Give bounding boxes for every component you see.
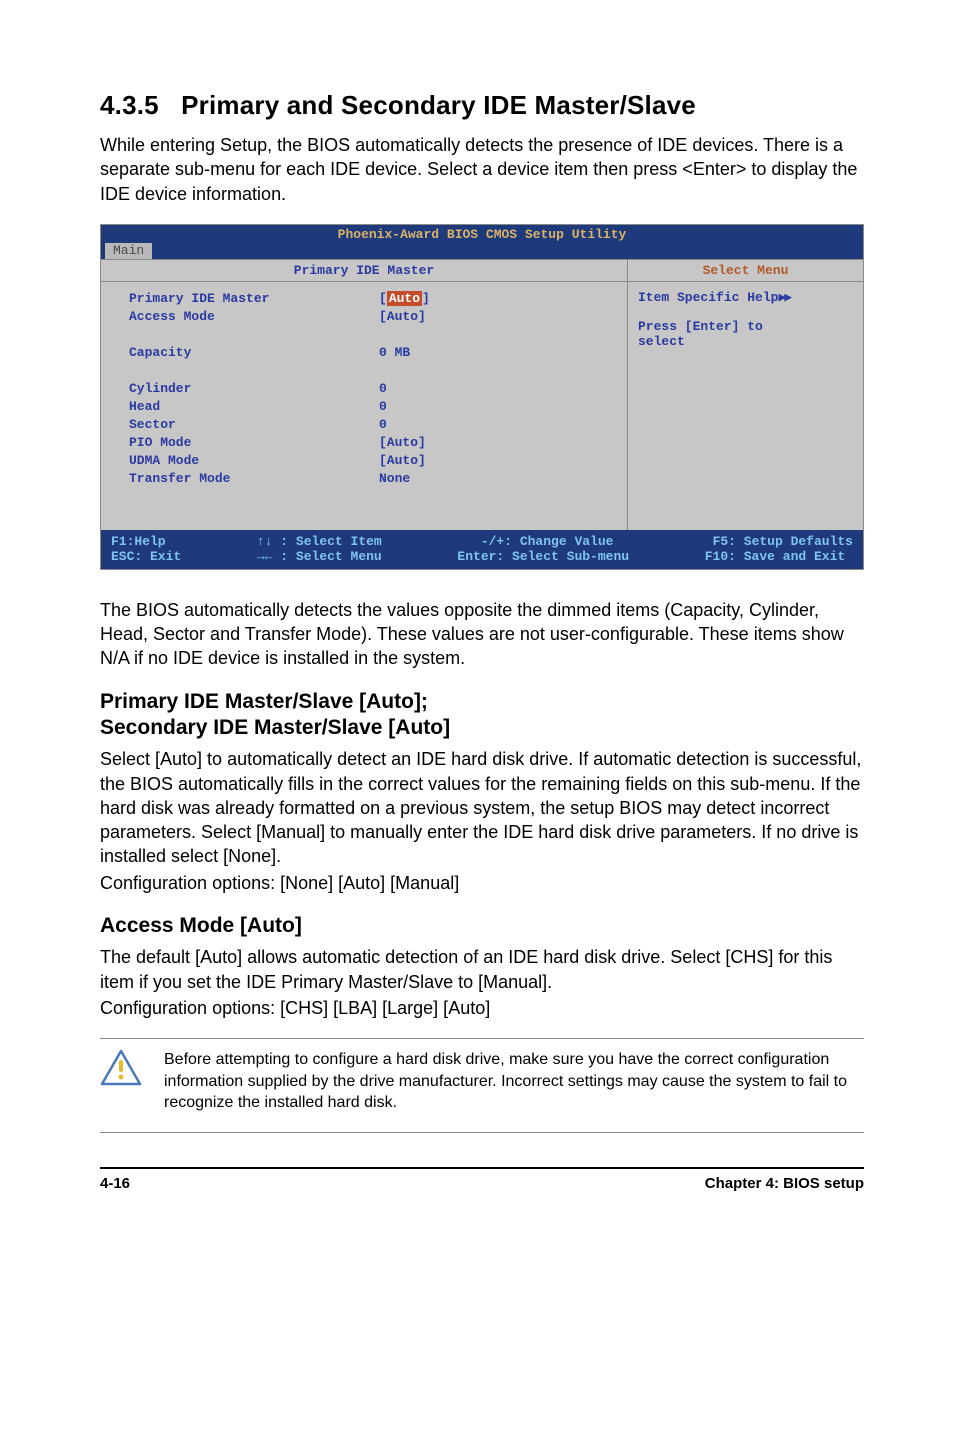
bios-item-value: 0 <box>379 380 387 398</box>
bios-title: Phoenix-Award BIOS CMOS Setup Utility <box>101 225 863 243</box>
bios-legend-col: F5: Setup Defaults F10: Save and Exit <box>705 534 853 564</box>
chapter-label: Chapter 4: BIOS setup <box>705 1175 864 1192</box>
subheading-access-mode: Access Mode [Auto] <box>100 913 864 939</box>
bios-item-value: 0 <box>379 416 387 434</box>
bios-item-label: Sector <box>129 416 379 434</box>
caution-icon <box>100 1049 142 1087</box>
bios-item-access-mode[interactable]: Access Mode [Auto] <box>129 308 613 326</box>
section-number: 4.3.5 <box>100 90 159 120</box>
paragraph-primary-body: Select [Auto] to automatically detect an… <box>100 747 864 868</box>
paragraph-access-body: The default [Auto] allows automatic dete… <box>100 945 864 994</box>
bios-item-label: Cylinder <box>129 380 379 398</box>
bios-item-label: Head <box>129 398 379 416</box>
page-footer: 4-16 Chapter 4: BIOS setup <box>100 1167 864 1192</box>
bios-item-value: [Auto] <box>379 308 426 326</box>
bios-item-label: PIO Mode <box>129 434 379 452</box>
bios-item-value: None <box>379 470 410 488</box>
bios-item-label: Transfer Mode <box>129 470 379 488</box>
bios-panel: Phoenix-Award BIOS CMOS Setup Utility Ma… <box>100 224 864 570</box>
caution-text: Before attempting to configure a hard di… <box>164 1049 864 1114</box>
bios-menu-bar: Main <box>101 243 863 259</box>
section-title-text: Primary and Secondary IDE Master/Slave <box>181 90 696 120</box>
paragraph-primary-config: Configuration options: [None] [Auto] [Ma… <box>100 871 864 895</box>
bios-item-value: [Auto] <box>379 434 426 452</box>
bios-item-pio-mode[interactable]: PIO Mode [Auto] <box>129 434 613 452</box>
bios-item-cylinder: Cylinder 0 <box>129 380 613 398</box>
paragraph-after-bios: The BIOS automatically detects the value… <box>100 598 864 671</box>
bios-item-label: Access Mode <box>129 308 379 326</box>
bios-legend-col: F1:Help ESC: Exit <box>111 534 181 564</box>
bios-help-line: Press [Enter] to <box>638 319 853 334</box>
right-arrows-icon: ▶▶ <box>778 290 790 305</box>
bios-item-udma-mode[interactable]: UDMA Mode [Auto] <box>129 452 613 470</box>
bios-settings-area: Primary IDE Master [Auto] Access Mode [A… <box>101 282 627 530</box>
bios-panel-title: Primary IDE Master <box>101 260 627 281</box>
bios-legend-col: -/+: Change Value Enter: Select Sub-menu <box>457 534 629 564</box>
bios-item-label: Capacity <box>129 344 379 362</box>
bios-subheader: Primary IDE Master Select Menu <box>101 259 863 282</box>
bios-help-title: Select Menu <box>627 260 863 281</box>
bios-item-value: 0 <box>379 398 387 416</box>
section-heading: 4.3.5 Primary and Secondary IDE Master/S… <box>100 90 864 121</box>
bios-item-primary-ide-master[interactable]: Primary IDE Master [Auto] <box>129 290 613 308</box>
bios-item-head: Head 0 <box>129 398 613 416</box>
note-top-rule <box>100 1038 864 1039</box>
page-number: 4-16 <box>100 1175 130 1192</box>
bios-item-value: [Auto] <box>379 290 430 308</box>
caution-note: Before attempting to configure a hard di… <box>100 1049 864 1114</box>
bios-item-sector: Sector 0 <box>129 416 613 434</box>
bios-screenshot: Phoenix-Award BIOS CMOS Setup Utility Ma… <box>100 224 864 570</box>
bios-legend-col: ↑↓ : Select Item →← : Select Menu <box>257 534 382 564</box>
bios-item-label: UDMA Mode <box>129 452 379 470</box>
bios-item-label: Primary IDE Master <box>129 290 379 308</box>
note-bottom-rule <box>100 1132 864 1133</box>
bios-item-value: 0 MB <box>379 344 410 362</box>
subheading-primary-secondary: Primary IDE Master/Slave [Auto]; Seconda… <box>100 689 864 742</box>
bios-tab-main[interactable]: Main <box>105 243 152 259</box>
bios-help-panel: Item Specific Help▶▶ Press [Enter] to se… <box>627 282 863 530</box>
bios-key-legend: F1:Help ESC: Exit ↑↓ : Select Item →← : … <box>101 530 863 569</box>
bios-item-value: [Auto] <box>379 452 426 470</box>
bios-item-transfer-mode: Transfer Mode None <box>129 470 613 488</box>
paragraph-access-config: Configuration options: [CHS] [LBA] [Larg… <box>100 996 864 1020</box>
bios-help-line: Item Specific Help▶▶ <box>638 290 853 305</box>
bios-help-line: select <box>638 334 853 349</box>
intro-paragraph: While entering Setup, the BIOS automatic… <box>100 133 864 206</box>
bios-item-capacity: Capacity 0 MB <box>129 344 613 362</box>
